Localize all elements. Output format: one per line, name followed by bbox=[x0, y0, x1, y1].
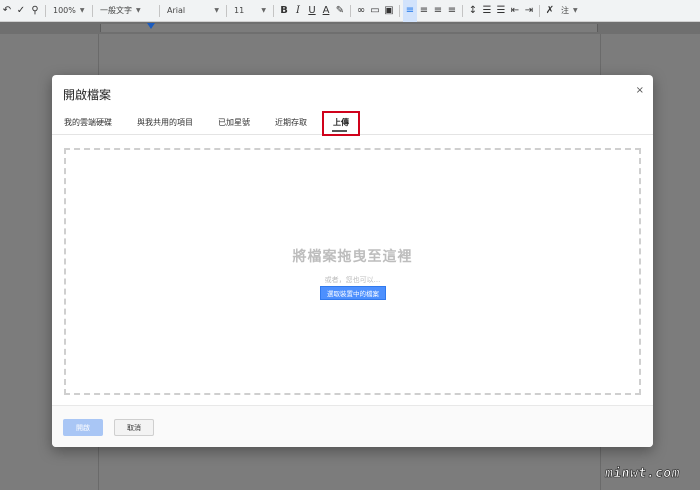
spellcheck-icon[interactable]: ✓ bbox=[14, 0, 28, 22]
toolbar-divider bbox=[273, 4, 274, 17]
paint-format-icon[interactable]: ⚲ bbox=[28, 0, 42, 22]
open-button[interactable]: 開啟 bbox=[63, 419, 103, 436]
tab-shared-with-me[interactable]: 與我共用的項目 bbox=[137, 117, 193, 128]
link-icon[interactable]: ∞ bbox=[354, 0, 368, 22]
dropzone-title: 將檔案拖曳至這裡 bbox=[292, 249, 413, 265]
align-left-icon[interactable]: ≡ bbox=[403, 0, 417, 22]
clear-formatting-icon[interactable]: ✗ bbox=[543, 0, 557, 22]
toolbar-divider bbox=[226, 4, 227, 17]
style-value: 一般文字 bbox=[100, 6, 132, 15]
bold-button[interactable]: B bbox=[277, 0, 291, 22]
font-size-select[interactable]: 11 ▼ bbox=[230, 0, 270, 22]
font-select[interactable]: Arial ▼ bbox=[163, 0, 223, 22]
toolbar-divider bbox=[350, 4, 351, 17]
upload-dropzone[interactable]: 將檔案拖曳至這裡 或者，您也可以... 選取裝置中的檔案 bbox=[64, 148, 641, 395]
zoom-value: 100% bbox=[53, 6, 76, 15]
ruler-page-area bbox=[100, 24, 598, 32]
text-color-button[interactable]: A bbox=[319, 0, 333, 22]
align-justify-icon[interactable]: ≡ bbox=[445, 0, 459, 22]
ruler bbox=[0, 22, 700, 34]
chevron-down-icon: ▼ bbox=[79, 7, 85, 14]
style-select[interactable]: 一般文字 ▼ bbox=[96, 0, 156, 22]
close-icon[interactable]: × bbox=[636, 85, 644, 96]
watermark-logo: minwt.com bbox=[603, 466, 682, 482]
tab-recent[interactable]: 近期存取 bbox=[275, 117, 307, 128]
select-file-button[interactable]: 選取裝置中的檔案 bbox=[320, 286, 386, 300]
toolbar-divider bbox=[462, 4, 463, 17]
font-size-value: 11 bbox=[234, 6, 245, 15]
highlight-icon[interactable]: ✎ bbox=[333, 0, 347, 22]
line-spacing-icon[interactable]: ↕ bbox=[466, 0, 480, 22]
undo-icon[interactable]: ↶ bbox=[0, 0, 14, 22]
dialog-title: 開啟檔案 bbox=[63, 88, 112, 102]
toolbar-divider bbox=[399, 4, 400, 17]
cancel-button[interactable]: 取消 bbox=[114, 419, 154, 436]
font-value: Arial bbox=[167, 6, 186, 15]
open-file-dialog: 開啟檔案 × 我的雲端硬碟 與我共用的項目 已加星號 近期存取 上傳 將檔案拖曳… bbox=[52, 75, 653, 447]
input-tools-label: 注 bbox=[561, 6, 569, 15]
dropzone-or-text: 或者，您也可以... bbox=[324, 276, 381, 284]
tab-starred[interactable]: 已加星號 bbox=[218, 117, 250, 128]
zoom-select[interactable]: 100% ▼ bbox=[49, 0, 89, 22]
align-center-icon[interactable]: ≡ bbox=[417, 0, 431, 22]
input-tools-select[interactable]: 注 ▼ bbox=[557, 0, 585, 22]
italic-button[interactable]: I bbox=[291, 0, 305, 22]
upload-tab-highlight-box bbox=[322, 111, 360, 136]
chevron-down-icon: ▼ bbox=[136, 7, 141, 14]
underline-button[interactable]: U bbox=[305, 0, 319, 22]
dialog-footer: 開啟 取消 bbox=[52, 405, 653, 447]
image-icon[interactable]: ▣ bbox=[382, 0, 396, 22]
chevron-down-icon: ▼ bbox=[261, 7, 266, 14]
toolbar-divider bbox=[92, 4, 93, 17]
tab-my-drive[interactable]: 我的雲端硬碟 bbox=[64, 117, 112, 128]
docs-toolbar: ↶ ✓ ⚲ 100% ▼ 一般文字 ▼ Arial ▼ 11 ▼ B I U A ✎ ∞… bbox=[0, 0, 700, 22]
toolbar-divider bbox=[45, 4, 46, 17]
decrease-indent-icon[interactable]: ⇤ bbox=[508, 0, 522, 22]
chevron-down-icon: ▼ bbox=[214, 7, 219, 14]
indent-marker-icon[interactable] bbox=[147, 23, 155, 29]
toolbar-divider bbox=[159, 4, 160, 17]
chevron-down-icon: ▼ bbox=[573, 7, 578, 14]
numbered-list-icon[interactable]: ☰ bbox=[480, 0, 494, 22]
bulleted-list-icon[interactable]: ☰ bbox=[494, 0, 508, 22]
comment-icon[interactable]: ▭ bbox=[368, 0, 382, 22]
toolbar-divider bbox=[539, 4, 540, 17]
increase-indent-icon[interactable]: ⇥ bbox=[522, 0, 536, 22]
align-right-icon[interactable]: ≡ bbox=[431, 0, 445, 22]
